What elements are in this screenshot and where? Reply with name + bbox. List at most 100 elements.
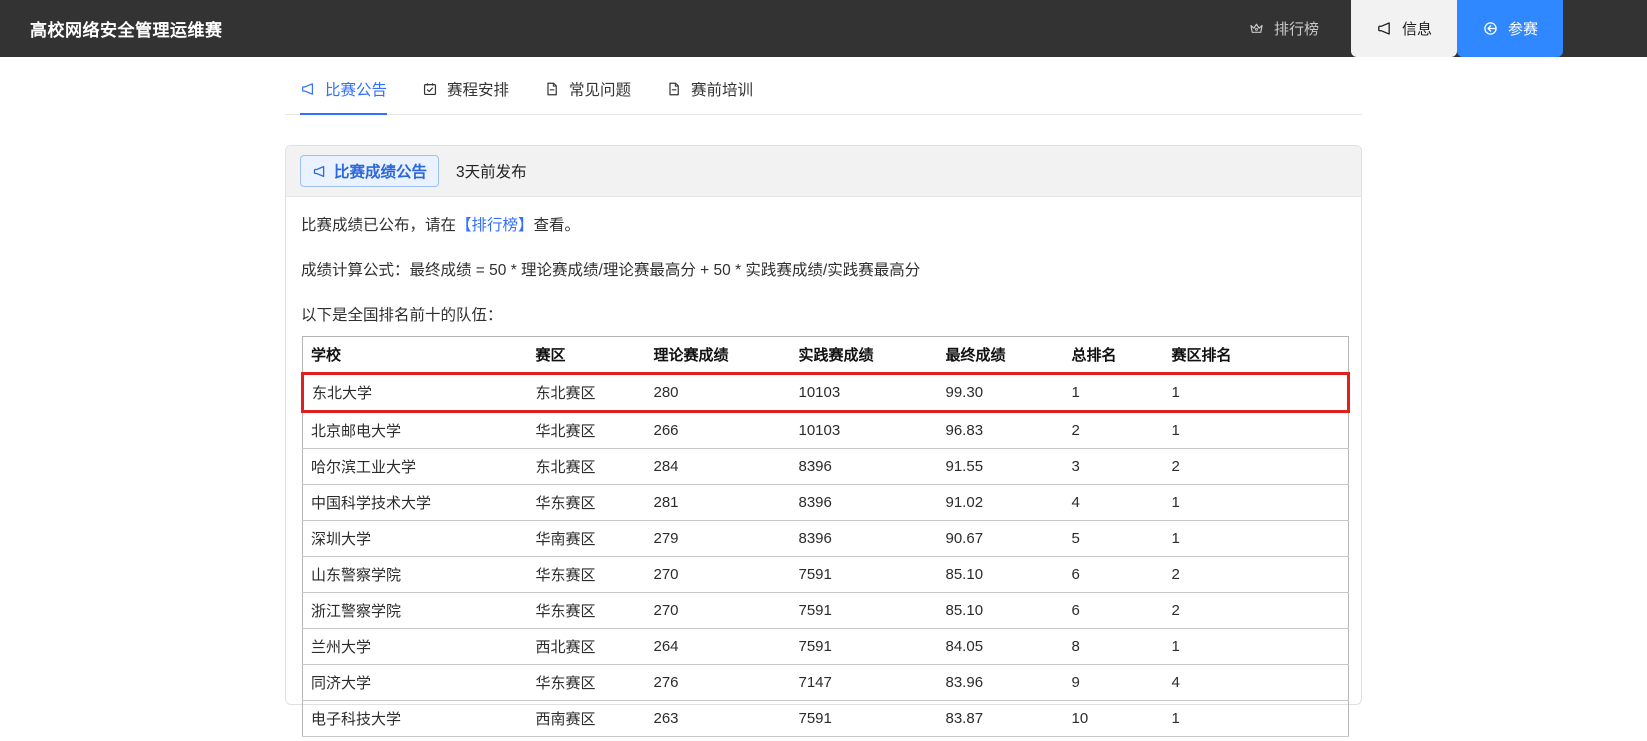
announcement-lead-in: 以下是全国排名前十的队伍：: [301, 303, 1346, 325]
publish-time: 3天前发布: [456, 160, 527, 182]
col-region-rank: 赛区排名: [1164, 337, 1349, 374]
tab-label: 比赛公告: [325, 78, 387, 100]
tab-faq[interactable]: 常见问题: [544, 78, 631, 114]
leaderboard-link[interactable]: 【排行榜】: [456, 217, 534, 234]
cell-region-rank: 1: [1164, 374, 1349, 412]
tab-announcements[interactable]: 比赛公告: [300, 78, 387, 114]
cell-region: 华东赛区: [528, 593, 646, 629]
announcement-formula: 成绩计算公式：最终成绩 = 50 * 理论赛成绩/理论赛最高分 + 50 * 实…: [301, 258, 1346, 280]
cell-practice: 7591: [791, 629, 938, 665]
cell-rank: 4: [1064, 485, 1164, 521]
cell-practice: 10103: [791, 412, 938, 449]
cell-rank: 3: [1064, 449, 1164, 485]
cell-rank: 2: [1064, 412, 1164, 449]
cell-practice: 8396: [791, 521, 938, 557]
cell-theory: 266: [646, 412, 791, 449]
cell-region: 华东赛区: [528, 557, 646, 593]
cell-region: 华南赛区: [528, 521, 646, 557]
megaphone-icon: [1376, 20, 1393, 37]
cell-school: 兰州大学: [303, 629, 528, 665]
leaderboard-label: 排行榜: [1274, 18, 1319, 39]
tab-label: 赛程安排: [447, 78, 509, 100]
cell-region-rank: 1: [1164, 521, 1349, 557]
cell-region: 西北赛区: [528, 629, 646, 665]
cell-practice: 7591: [791, 701, 938, 737]
megaphone-icon: [300, 81, 316, 97]
cell-rank: 1: [1064, 374, 1164, 412]
cell-final: 91.02: [938, 485, 1064, 521]
table-row: 同济大学华东赛区276714783.9694: [303, 665, 1349, 701]
tab-bar: 比赛公告 赛程安排 常见问题 赛前培训: [285, 78, 1362, 115]
document-icon: [544, 81, 560, 97]
cell-practice: 10103: [791, 374, 938, 412]
table-row: 中国科学技术大学华东赛区281839691.0241: [303, 485, 1349, 521]
cell-practice: 7591: [791, 557, 938, 593]
cell-theory: 279: [646, 521, 791, 557]
col-school: 学校: [303, 337, 528, 374]
cell-theory: 280: [646, 374, 791, 412]
table-row: 东北大学东北赛区2801010399.3011: [303, 374, 1349, 412]
cell-region-rank: 1: [1164, 412, 1349, 449]
info-label: 信息: [1402, 18, 1432, 39]
cell-final: 96.83: [938, 412, 1064, 449]
cell-region-rank: 4: [1164, 665, 1349, 701]
col-region: 赛区: [528, 337, 646, 374]
cell-theory: 270: [646, 593, 791, 629]
join-button[interactable]: 参赛: [1457, 0, 1563, 57]
table-row: 山东警察学院华东赛区270759185.1062: [303, 557, 1349, 593]
cell-school: 东北大学: [303, 374, 528, 412]
table-row: 北京邮电大学华北赛区2661010396.8321: [303, 412, 1349, 449]
cell-region-rank: 2: [1164, 449, 1349, 485]
cell-region-rank: 1: [1164, 485, 1349, 521]
col-final-score: 最终成绩: [938, 337, 1064, 374]
document-icon: [666, 81, 682, 97]
topbar: 高校网络安全管理运维赛 排行榜 信息 参赛: [0, 0, 1647, 57]
cell-final: 84.05: [938, 629, 1064, 665]
cell-final: 83.96: [938, 665, 1064, 701]
cell-school: 哈尔滨工业大学: [303, 449, 528, 485]
cell-final: 99.30: [938, 374, 1064, 412]
cell-school: 同济大学: [303, 665, 528, 701]
cell-final: 90.67: [938, 521, 1064, 557]
table-row: 兰州大学西北赛区264759184.0581: [303, 629, 1349, 665]
cell-region-rank: 1: [1164, 701, 1349, 737]
cell-region: 华东赛区: [528, 485, 646, 521]
site-title: 高校网络安全管理运维赛: [30, 16, 223, 41]
cell-school: 中国科学技术大学: [303, 485, 528, 521]
calendar-check-icon: [422, 81, 438, 97]
cell-final: 83.87: [938, 701, 1064, 737]
crown-icon: [1248, 20, 1265, 37]
cell-rank: 5: [1064, 521, 1164, 557]
cell-practice: 7591: [791, 593, 938, 629]
enter-icon: [1482, 20, 1499, 37]
cell-region: 华北赛区: [528, 412, 646, 449]
col-practice-score: 实践赛成绩: [791, 337, 938, 374]
cell-theory: 263: [646, 701, 791, 737]
cell-school: 山东警察学院: [303, 557, 528, 593]
cell-rank: 6: [1064, 557, 1164, 593]
cell-theory: 270: [646, 557, 791, 593]
cell-theory: 264: [646, 629, 791, 665]
tab-schedule[interactable]: 赛程安排: [422, 78, 509, 114]
topbar-actions: 排行榜 信息 参赛: [1228, 0, 1563, 57]
cell-practice: 7147: [791, 665, 938, 701]
cell-school: 北京邮电大学: [303, 412, 528, 449]
announcement-card-header: 比赛成绩公告 3天前发布: [286, 146, 1361, 197]
cell-region: 华东赛区: [528, 665, 646, 701]
table-header-row: 学校 赛区 理论赛成绩 实践赛成绩 最终成绩 总排名 赛区排名: [303, 337, 1349, 374]
main-content: 比赛公告 赛程安排 常见问题 赛前培训: [285, 78, 1362, 705]
table-row: 浙江警察学院华东赛区270759185.1062: [303, 593, 1349, 629]
tab-label: 常见问题: [569, 78, 631, 100]
tab-training[interactable]: 赛前培训: [666, 78, 753, 114]
line1-prefix: 比赛成绩已公布，请在: [301, 217, 456, 234]
announcement-badge: 比赛成绩公告: [300, 155, 439, 187]
cell-school: 浙江警察学院: [303, 593, 528, 629]
leaderboard-button[interactable]: 排行榜: [1228, 0, 1339, 57]
announcement-line-1: 比赛成绩已公布，请在【排行榜】查看。: [301, 213, 1346, 235]
table-row: 深圳大学华南赛区279839690.6751: [303, 521, 1349, 557]
cell-practice: 8396: [791, 485, 938, 521]
info-button[interactable]: 信息: [1351, 0, 1457, 57]
announcement-card: 比赛成绩公告 3天前发布 比赛成绩已公布，请在【排行榜】查看。 成绩计算公式：最…: [285, 145, 1362, 705]
megaphone-icon: [312, 164, 327, 179]
cell-school: 电子科技大学: [303, 701, 528, 737]
